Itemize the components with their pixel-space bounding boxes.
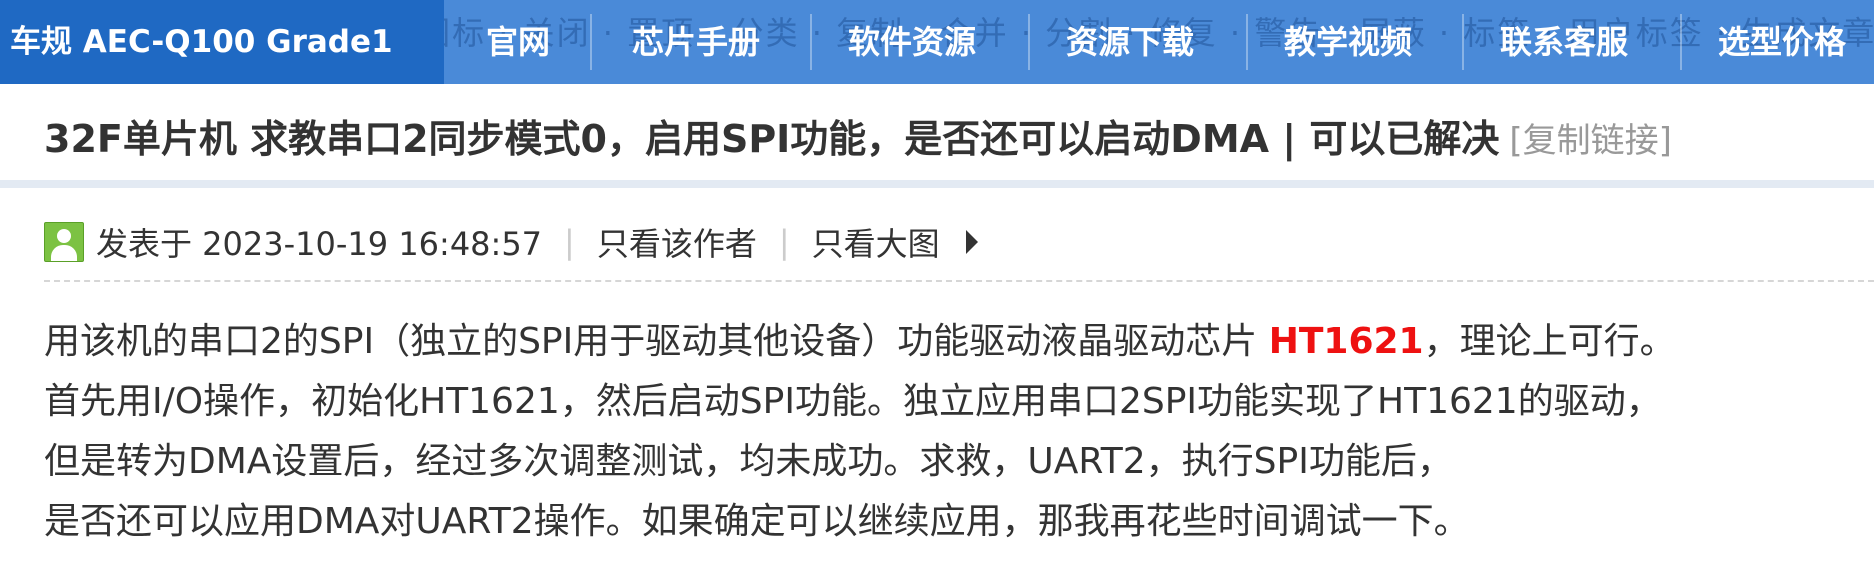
- nav-item-official-site[interactable]: 官网: [486, 0, 550, 84]
- thread-title-bar: 32F单片机 求教串口2同步模式0，启用SPI功能，是否还可以启动DMA | 可…: [0, 84, 1874, 188]
- post-meta: 发表于 2023-10-19 16:48:57 | 只看该作者 | 只看大图: [44, 219, 978, 265]
- post-line: 首先用I/O操作，初始化HT1621，然后启动SPI功能。独立应用串口2SPI功…: [44, 381, 1662, 422]
- post-line: 用该机的串口2的SPI（独立的SPI用于驱动其他设备）功能驱动液晶驱动芯片 HT…: [44, 312, 1874, 372]
- thread-title-text: 32F单片机 求教串口2同步模式0，启用SPI功能，是否还可以启动DMA | 可…: [44, 117, 1500, 161]
- nav-item-software-resources[interactable]: 软件资源: [848, 0, 976, 84]
- nav-item-tutorial-videos[interactable]: 教学视频: [1284, 0, 1412, 84]
- dashed-divider: [44, 280, 1874, 282]
- highlighted-keyword[interactable]: HT1621: [1269, 321, 1424, 362]
- online-user-icon: [44, 222, 84, 262]
- nav-divider: [1462, 14, 1464, 70]
- meta-separator: |: [564, 223, 575, 261]
- only-large-images-link[interactable]: 只看大图: [812, 219, 940, 265]
- post-text: 用该机的串口2的SPI（独立的SPI用于驱动其他设备）功能驱动液晶驱动芯片: [44, 321, 1269, 362]
- nav-divider: [810, 14, 812, 70]
- copy-link-button[interactable]: [复制链接]: [1509, 121, 1672, 161]
- post-text: ，理论上可行。: [1423, 321, 1676, 362]
- only-author-link[interactable]: 只看该作者: [597, 219, 757, 265]
- nav-item-selection-pricing[interactable]: 选型价格: [1718, 0, 1846, 84]
- brand-link[interactable]: 车规 AEC-Q100 Grade1: [0, 0, 444, 84]
- meta-separator: |: [778, 223, 790, 261]
- top-navigation-bar: 牛报 · 商家 · 精华 · 图帖 · 图标 · 关闭 · 置顶 · 分类 · …: [0, 0, 1874, 84]
- caret-right-icon[interactable]: [965, 230, 978, 254]
- thread-title: 32F单片机 求教串口2同步模式0，启用SPI功能，是否还可以启动DMA | 可…: [44, 108, 1672, 163]
- nav-divider: [590, 14, 592, 70]
- nav-item-contact-support[interactable]: 联系客服: [1500, 0, 1628, 84]
- post-line: 是否还可以应用DMA对UART2操作。如果确定可以继续应用，那我再花些时间调试一…: [44, 501, 1470, 542]
- nav-item-chip-manual[interactable]: 芯片手册: [632, 0, 760, 84]
- post-line: 但是转为DMA设置后，经过多次调整测试，均未成功。求救，UART2，执行SPI功…: [44, 441, 1453, 482]
- nav-divider: [1680, 14, 1682, 70]
- post-date: 发表于 2023-10-19 16:48:57: [96, 225, 543, 263]
- nav-divider: [1246, 14, 1248, 70]
- nav-divider: [1028, 14, 1030, 70]
- post-content: 用该机的串口2的SPI（独立的SPI用于驱动其他设备）功能驱动液晶驱动芯片 HT…: [44, 312, 1874, 552]
- nav-item-resource-download[interactable]: 资源下载: [1066, 0, 1194, 84]
